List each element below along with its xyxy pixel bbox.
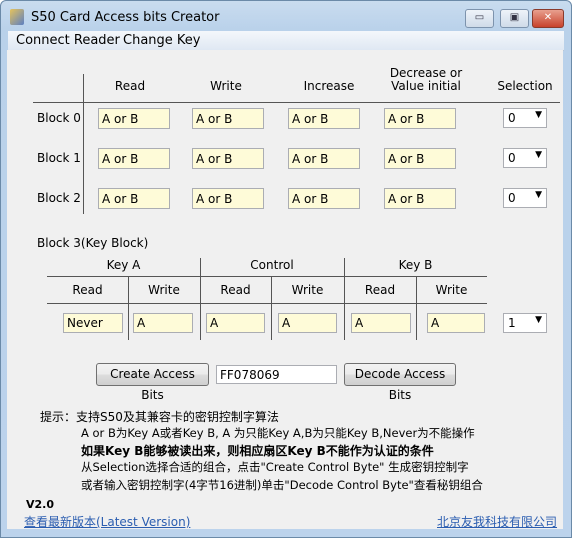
header-increase: Increase: [303, 79, 355, 93]
app-icon: [10, 9, 24, 25]
key-block-field[interactable]: [427, 313, 485, 333]
block-label: Block 0: [37, 111, 81, 125]
decode-access-bits-button[interactable]: Decode Access Bits: [344, 363, 456, 402]
group-key-b: Key B: [398, 258, 433, 272]
block-1-decrease-field[interactable]: [384, 148, 456, 169]
key-block-subheader: Read: [364, 283, 396, 297]
key-block-subheader: Write: [148, 283, 180, 297]
block-2-increase-field[interactable]: [288, 188, 360, 209]
block-0-read-field[interactable]: [98, 108, 170, 129]
header-value-initial: Value initial: [391, 79, 461, 93]
header-write: Write: [210, 79, 242, 93]
block-1-write-field[interactable]: [192, 148, 264, 169]
dropdown-arrow-icon: ▼: [535, 315, 542, 325]
block-2-write-field[interactable]: [192, 188, 264, 209]
key-block-field[interactable]: [133, 313, 193, 333]
hint-line: 从Selection选择合适的组合，点击"Create Control Byte…: [81, 460, 469, 474]
key-block-field[interactable]: [278, 313, 337, 333]
dropdown-arrow-icon: ▼: [535, 150, 542, 160]
window-title: S50 Card Access bits Creator: [31, 10, 220, 25]
header-read: Read: [114, 79, 146, 93]
minimize-button[interactable]: ▭: [465, 9, 494, 28]
menu-change-key[interactable]: Change Key: [123, 33, 200, 48]
key-block-field[interactable]: [351, 313, 411, 333]
version-label: V2.0: [26, 498, 54, 511]
menu-bar: Connect Reader Change Key: [8, 31, 564, 51]
hint-line: 或者输入密钥控制字(4字节16进制)单击"Decode Control Byte…: [81, 478, 483, 492]
block-1-selection[interactable]: 0 ▼: [503, 148, 547, 168]
key-block-selection[interactable]: 1 ▼: [503, 313, 547, 333]
header-selection: Selection: [497, 79, 553, 93]
key-block-field[interactable]: [63, 313, 123, 333]
block-1-read-field[interactable]: [98, 148, 170, 169]
group-control: Control: [250, 258, 294, 272]
block-0-decrease-field[interactable]: [384, 108, 456, 129]
block-1-increase-field[interactable]: [288, 148, 360, 169]
block-2-decrease-field[interactable]: [384, 188, 456, 209]
create-access-bits-button[interactable]: Create Access Bits: [96, 363, 209, 402]
block-label: Block 2: [37, 191, 81, 205]
block-0-write-field[interactable]: [192, 108, 264, 129]
key-block-label: Block 3(Key Block): [37, 236, 149, 250]
key-block-subheader: Write: [291, 283, 324, 297]
block-2-read-field[interactable]: [98, 188, 170, 209]
block-label: Block 1: [37, 151, 81, 165]
hint-line-bold: 如果Key B能够被读出来，则相应扇区Key B不能作为认证的条件: [81, 444, 434, 458]
hint-line: 提示：支持S50及其兼容卡的密钥控制字算法: [40, 410, 279, 424]
close-button[interactable]: ✕: [532, 9, 564, 28]
block-2-selection[interactable]: 0 ▼: [503, 188, 547, 208]
key-block-subheader: Read: [220, 283, 251, 297]
latest-version-link[interactable]: 查看最新版本(Latest Version): [24, 513, 190, 530]
key-block-field[interactable]: [206, 313, 265, 333]
company-link[interactable]: 北京友我科技有限公司: [437, 513, 557, 530]
block-0-increase-field[interactable]: [288, 108, 360, 129]
access-bits-input[interactable]: [216, 365, 337, 384]
dropdown-arrow-icon: ▼: [535, 190, 542, 200]
key-block-subheader: Write: [435, 283, 468, 297]
hint-line: A or B为Key A或者Key B, A 为只能Key A,B为只能Key …: [81, 426, 475, 440]
header-decrease: Decrease or: [389, 66, 463, 80]
group-key-a: Key A: [106, 258, 141, 272]
block-0-selection[interactable]: 0 ▼: [503, 108, 547, 128]
menu-connect-reader[interactable]: Connect Reader: [16, 33, 120, 48]
maximize-button[interactable]: ▣: [500, 9, 529, 28]
key-block-subheader: Read: [72, 283, 103, 297]
dropdown-arrow-icon: ▼: [535, 110, 542, 120]
